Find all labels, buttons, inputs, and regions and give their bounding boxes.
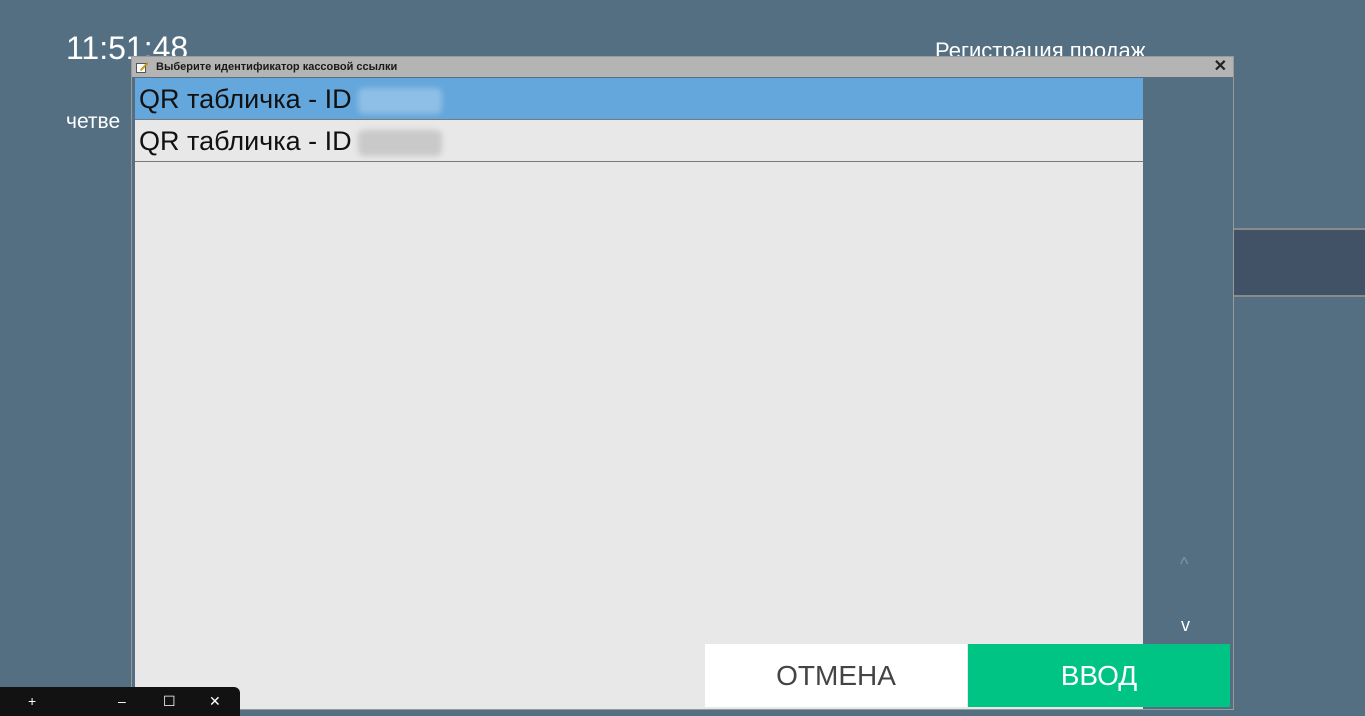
cash-link-list: QR табличка - ID QR табличка - ID: [135, 78, 1143, 709]
dialog-title: Выберите идентификатор кассовой ссылки: [156, 61, 398, 73]
redacted-id: [357, 129, 442, 156]
window-edit-icon: [136, 62, 148, 73]
scroll-up-button[interactable]: ^: [1180, 554, 1188, 575]
background-day: четве: [66, 110, 121, 133]
scroll-down-button[interactable]: v: [1181, 615, 1190, 636]
enter-button[interactable]: ВВОД: [968, 644, 1230, 707]
close-icon[interactable]: ✕: [209, 693, 221, 710]
maximize-icon[interactable]: ☐: [163, 693, 176, 710]
plus-icon[interactable]: +: [28, 693, 36, 709]
cancel-button[interactable]: ОТМЕНА: [705, 644, 967, 707]
list-item-label: QR табличка - ID: [139, 126, 442, 157]
select-cash-link-dialog: Выберите идентификатор кассовой ссылки ✕…: [131, 56, 1234, 710]
list-item[interactable]: QR табличка - ID: [135, 78, 1143, 120]
close-icon[interactable]: ✕: [1214, 58, 1227, 76]
list-item-label: QR табличка - ID: [139, 84, 442, 115]
list-item[interactable]: QR табличка - ID: [135, 120, 1143, 162]
background-panel: [1232, 228, 1365, 297]
minimize-icon[interactable]: –: [118, 693, 126, 709]
redacted-id: [357, 87, 442, 114]
dialog-titlebar: Выберите идентификатор кассовой ссылки ✕: [132, 57, 1233, 77]
taskbar: + – ☐ ✕: [0, 687, 240, 716]
